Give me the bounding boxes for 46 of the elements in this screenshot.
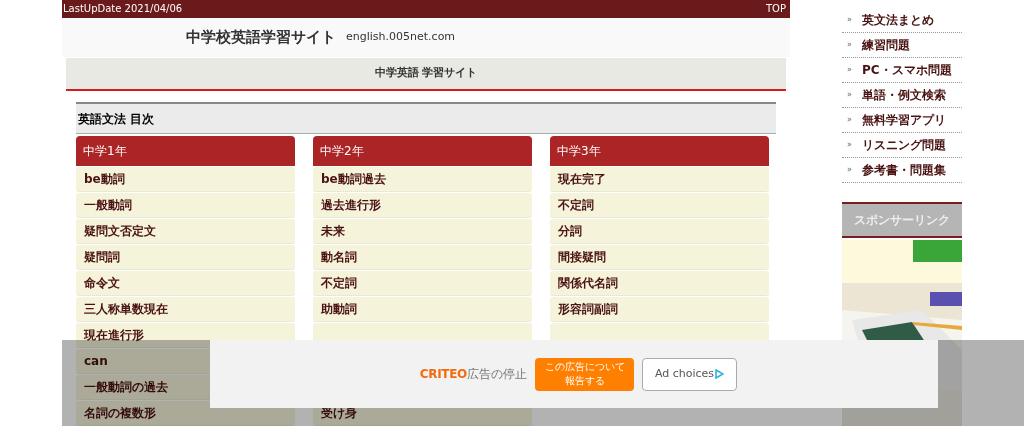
grammar-link[interactable]: 過去進行形 xyxy=(313,193,532,218)
sidebar-link[interactable]: » リスニング問題 xyxy=(842,133,962,158)
grade-heading: 中学3年 xyxy=(550,136,769,166)
sidebar-link[interactable]: » 参考書・問題集 xyxy=(842,158,962,183)
grammar-link[interactable]: 関係代名詞 xyxy=(550,271,769,296)
grammar-link[interactable]: be動詞過去 xyxy=(313,167,532,192)
sub-header-text: 中学英語 学習サイト xyxy=(374,65,478,82)
grammar-link[interactable]: 未来 xyxy=(313,219,532,244)
top-link[interactable]: TOP xyxy=(766,4,789,14)
double-chevron-icon: » xyxy=(847,14,852,26)
grammar-link[interactable]: be動詞 xyxy=(76,167,295,192)
site-title[interactable]: 中学校英語学習サイト xyxy=(186,26,336,49)
grammar-link[interactable]: 三人称単数現在 xyxy=(76,297,295,322)
grammar-link[interactable]: 疑問文否定文 xyxy=(76,219,295,244)
sidebar-link[interactable]: » 単語・例文検索 xyxy=(842,83,962,108)
double-chevron-icon: » xyxy=(847,64,852,76)
double-chevron-icon: » xyxy=(847,89,852,101)
grammar-link[interactable]: 動名詞 xyxy=(313,245,532,270)
sidebar-link[interactable]: » 英文法まとめ xyxy=(842,8,962,33)
double-chevron-icon: » xyxy=(847,39,852,51)
sidebar-link[interactable]: » 無料学習アプリ xyxy=(842,108,962,133)
double-chevron-icon: » xyxy=(847,164,852,176)
toc-title: 英語文法 目次 xyxy=(78,110,155,128)
sidebar-link[interactable]: » PC・スマホ問題 xyxy=(842,58,962,83)
grammar-link[interactable]: 疑問詞 xyxy=(76,245,295,270)
double-chevron-icon: » xyxy=(847,114,852,126)
grammar-link[interactable]: 形容詞副詞 xyxy=(550,297,769,322)
grammar-link[interactable]: 助動詞 xyxy=(313,297,532,322)
grammar-link[interactable]: 現在完了 xyxy=(550,167,769,192)
sponsor-heading: スポンサーリンク xyxy=(854,212,950,229)
play-icon xyxy=(715,369,725,379)
grammar-link[interactable]: 不定詞 xyxy=(313,271,532,296)
grammar-link[interactable]: 不定詞 xyxy=(550,193,769,218)
update-date: LastUpDate 2021/04/06 xyxy=(63,4,183,14)
grammar-link[interactable]: 命令文 xyxy=(76,271,295,296)
site-domain: english.005net.com xyxy=(346,29,456,46)
grammar-link[interactable]: 分詞 xyxy=(550,219,769,244)
grade-heading: 中学1年 xyxy=(76,136,295,166)
ad-stop-link[interactable]: 広告の停止 xyxy=(467,365,527,383)
double-chevron-icon: » xyxy=(847,139,852,151)
sidebar-link[interactable]: » 練習問題 xyxy=(842,33,962,58)
grade-heading: 中学2年 xyxy=(313,136,532,166)
criteo-logo: CRITEO xyxy=(419,366,467,383)
grammar-link[interactable]: 一般動詞 xyxy=(76,193,295,218)
ad-choices-button[interactable]: Ad choices xyxy=(642,357,737,391)
grammar-link[interactable]: 間接疑問 xyxy=(550,245,769,270)
